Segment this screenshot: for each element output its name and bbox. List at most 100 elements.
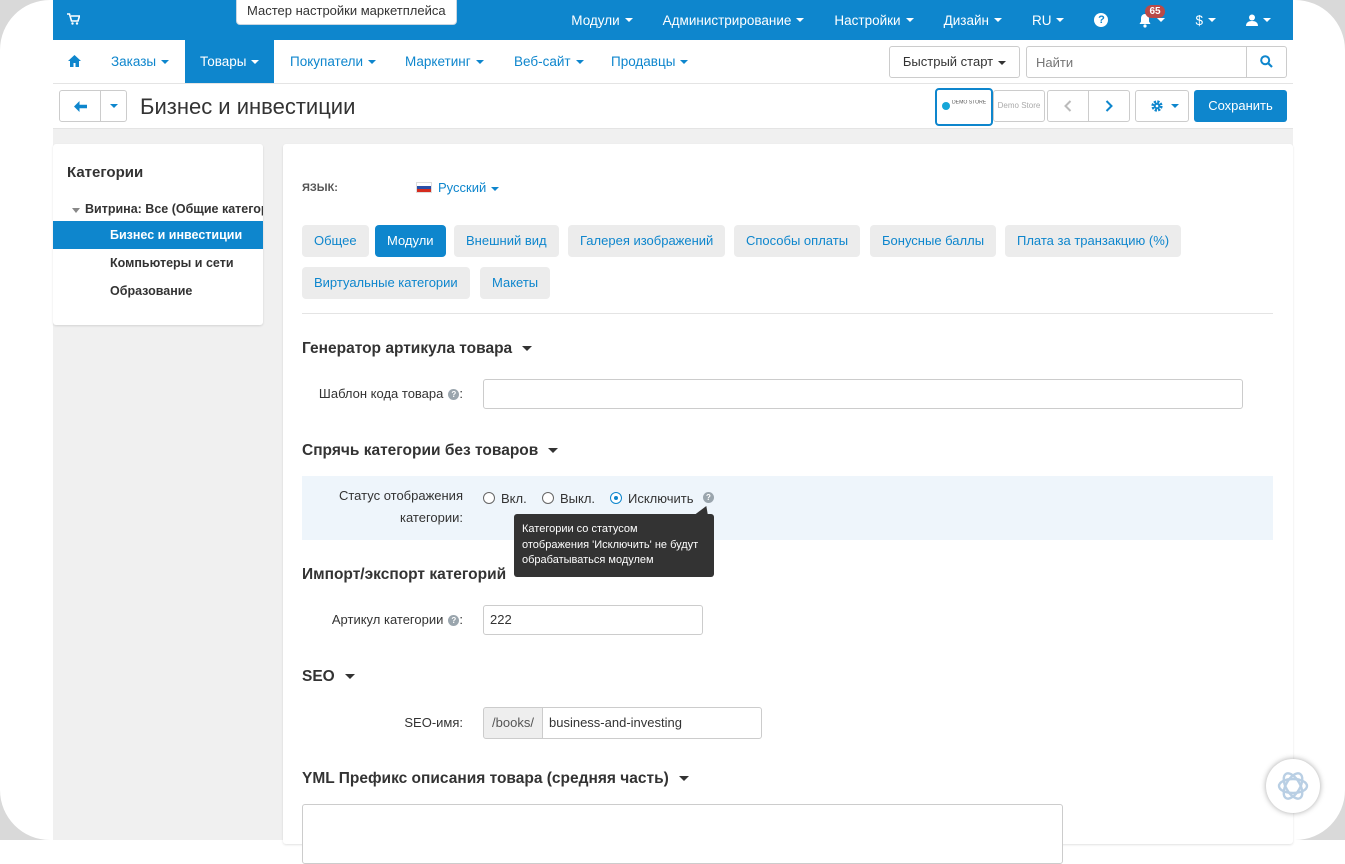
question-icon[interactable]: ? [448, 615, 460, 626]
notifications-button[interactable]: 65 [1123, 0, 1180, 40]
menu-language[interactable]: RU [1017, 0, 1080, 40]
tab-gallery[interactable]: Галерея изображений [568, 225, 726, 257]
field-label: Артикул категории [331, 612, 444, 627]
back-dropdown-button[interactable] [101, 91, 126, 121]
nav-customers[interactable]: Покупатели [290, 40, 377, 83]
sidebar-item-computers[interactable]: Компьютеры и сети [53, 249, 263, 277]
seo-name-input[interactable]: business-and-investing [542, 707, 762, 739]
chevron-down-icon [475, 60, 484, 65]
next-button[interactable] [1089, 91, 1129, 121]
assistant-logo-icon[interactable] [1266, 759, 1320, 813]
language-selector[interactable]: Русский [416, 180, 500, 195]
help-button[interactable]: ? [1079, 0, 1123, 40]
store-logo-icon [942, 102, 950, 110]
back-button[interactable] [60, 91, 100, 121]
menu-language-label: RU [1031, 12, 1052, 28]
store-logo-label: Demo Store [997, 101, 1041, 110]
section-seo[interactable]: SEO [302, 668, 355, 686]
russian-flag-icon [416, 182, 432, 193]
chevron-down-icon [796, 18, 805, 22]
chevron-down-icon [522, 346, 533, 352]
prev-next-group [1047, 90, 1130, 122]
quick-start-button[interactable]: Быстрый старт [889, 46, 1020, 78]
store-logo-button[interactable]: Demo Store [993, 90, 1045, 122]
chevron-down-icon [905, 18, 914, 22]
tab-payments[interactable]: Способы оплаты [734, 225, 861, 257]
chevron-down-icon [575, 60, 584, 65]
nav-vendors[interactable]: Продавцы [611, 40, 689, 83]
nav-marketing[interactable]: Маркетинг [405, 40, 484, 83]
tab-appearance[interactable]: Внешний вид [454, 225, 559, 257]
radio-label: Исключить [628, 491, 694, 506]
notification-badge: 65 [1145, 5, 1165, 18]
question-icon[interactable]: ? [703, 492, 714, 503]
settings-menu-button[interactable] [1135, 90, 1189, 122]
tab-modules[interactable]: Модули [375, 225, 446, 257]
tree-root[interactable]: Витрина: Все (Общие категории) [85, 202, 263, 216]
section-heading: Спрячь категории без товаров [302, 442, 539, 459]
seo-name-label: SEO-имя: [404, 715, 463, 730]
radio-off[interactable]: Выкл. [542, 491, 595, 506]
search-input[interactable] [1034, 54, 1238, 71]
section-heading: YML Префикс описания товара (средняя час… [302, 770, 669, 787]
search-button[interactable] [1246, 47, 1286, 77]
menu-modules[interactable]: Модули [556, 0, 647, 40]
section-yml-prefix[interactable]: YML Префикс описания товара (средняя час… [302, 770, 689, 788]
previous-button[interactable] [1048, 91, 1088, 121]
menu-settings[interactable]: Настройки [819, 0, 928, 40]
sidebar-item-business[interactable]: Бизнес и инвестиции [53, 221, 263, 249]
section-hide-empty[interactable]: Спрячь категории без товаров [302, 442, 559, 460]
currency-label: $ [1195, 12, 1203, 28]
category-editor: Язык: Русский Общее Модули Внешний вид Г… [283, 144, 1293, 864]
tab-layouts[interactable]: Макеты [480, 267, 551, 299]
sku-template-input[interactable] [483, 379, 1243, 409]
question-icon: ? [1094, 13, 1109, 27]
category-code-input[interactable]: 222 [483, 605, 703, 635]
home-icon[interactable] [68, 40, 81, 83]
tree-toggle-icon[interactable] [72, 208, 80, 213]
section-sku-generator[interactable]: Генератор артикула товара [302, 340, 533, 358]
nav-products-label: Товары [200, 54, 247, 69]
section-heading: Генератор артикула товара [302, 340, 513, 357]
top-bar: Мастер настройки маркетплейса Модули Адм… [53, 0, 1293, 40]
nav-website[interactable]: Веб-сайт [514, 40, 584, 83]
marketplace-wizard-button[interactable]: Мастер настройки маркетплейса [236, 0, 457, 25]
sidebar-item-education[interactable]: Образование [53, 277, 263, 305]
yml-prefix-textarea[interactable] [302, 804, 1063, 864]
seo-prefix: /books/ [483, 707, 543, 739]
main-nav: Заказы Товары Покупатели Маркетинг Веб-с… [53, 40, 1293, 84]
nav-products[interactable]: Товары [185, 40, 275, 83]
menu-administration[interactable]: Администрирование [648, 0, 820, 40]
store-logo-button-active[interactable]: Demo Store [935, 88, 993, 126]
radio-exclude[interactable]: Исключить [610, 491, 694, 506]
radio-circle [542, 492, 554, 504]
chevron-left-icon [1064, 100, 1072, 112]
menu-settings-label: Настройки [834, 12, 901, 28]
save-button[interactable]: Сохранить [1194, 90, 1287, 122]
nav-orders[interactable]: Заказы [111, 40, 170, 83]
tooltip-text: Категории со статусом отображения 'Исклю… [522, 523, 699, 566]
menu-currency[interactable]: $ [1180, 0, 1231, 40]
section-import-export[interactable]: Импорт/экспорт категорий [302, 566, 527, 584]
cart-icon[interactable] [67, 12, 81, 28]
menu-modules-label: Модули [571, 12, 620, 28]
tooltip: Категории со статусом отображения 'Исклю… [514, 506, 714, 577]
user-menu[interactable] [1231, 0, 1293, 40]
nav-orders-label: Заказы [111, 54, 157, 69]
chevron-right-icon [1105, 100, 1113, 112]
nav-website-label: Веб-сайт [514, 54, 571, 69]
quick-start-label: Быстрый старт [902, 54, 994, 69]
tab-virtual-categories[interactable]: Виртуальные категории [302, 267, 470, 299]
tab-transaction-fee[interactable]: Плата за транзакцию (%) [1005, 225, 1182, 257]
question-icon[interactable]: ? [448, 389, 460, 400]
tab-general[interactable]: Общее [302, 225, 369, 257]
user-icon [1246, 14, 1258, 26]
divider [302, 313, 1273, 314]
field-label: Шаблон кода товара [318, 386, 444, 401]
category-code-label: Артикул категории?: [331, 612, 463, 627]
sidebar-title: Категории [67, 164, 144, 181]
menu-design[interactable]: Дизайн [929, 0, 1017, 40]
tab-bonus-points[interactable]: Бонусные баллы [870, 225, 997, 257]
radio-on[interactable]: Вкл. [483, 491, 527, 506]
chevron-down-icon [161, 60, 170, 65]
